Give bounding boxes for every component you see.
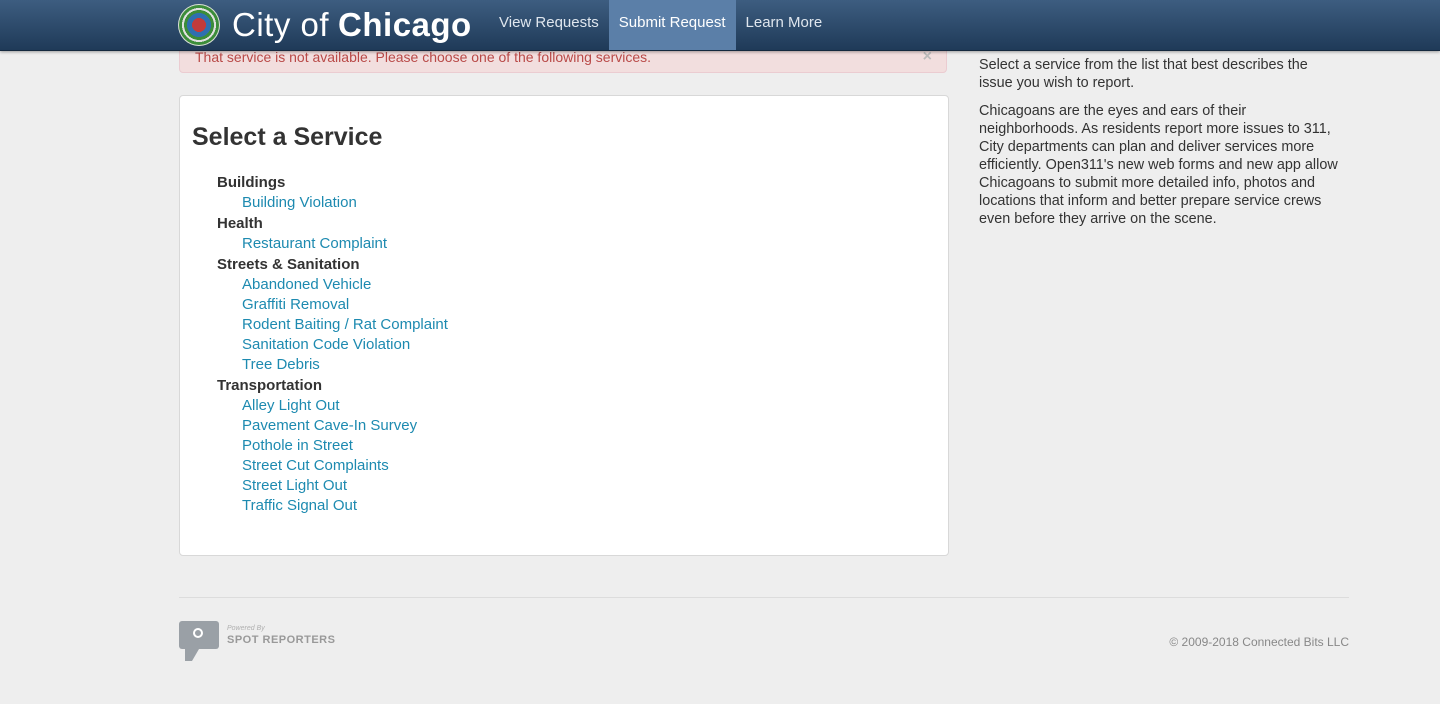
service-link-restaurant-complaint[interactable]: Restaurant Complaint (217, 234, 448, 254)
service-link-pothole-in-street[interactable]: Pothole in Street (217, 436, 448, 456)
nav-view-requests[interactable]: View Requests (489, 0, 609, 50)
service-group-title: Transportation (217, 377, 323, 394)
brand-title-light: City of (232, 6, 330, 43)
service-link-street-light-out[interactable]: Street Light Out (217, 476, 448, 496)
sidebar-intro: Select a service from the list that best… (979, 57, 1308, 91)
powered-by-label: Powered By (227, 625, 265, 632)
service-link-sanitation-code-violation[interactable]: Sanitation Code Violation (217, 335, 448, 355)
service-link-rodent-baiting-rat-complaint[interactable]: Rodent Baiting / Rat Complaint (217, 315, 448, 335)
top-navbar: City of Chicago View Requests Submit Reque… (0, 0, 1440, 51)
service-link-building-violation[interactable]: Building Violation (217, 193, 448, 213)
service-group-title: Health (217, 215, 263, 232)
sidebar-body: Chicagoans are the eyes and ears of thei… (979, 103, 1338, 227)
brand-logo-link[interactable]: City of Chicago (178, 3, 472, 47)
sidebar-help: Select a service from the list that best… (979, 56, 1339, 238)
nav-learn-more[interactable]: Learn More (736, 0, 833, 50)
service-list: Buildings Building Violation Health Restaur… (217, 172, 448, 516)
service-link-pavement-cave-in-survey[interactable]: Pavement Cave-In Survey (217, 416, 448, 436)
brand-title-bold: Chicago (338, 6, 472, 43)
service-link-alley-light-out[interactable]: Alley Light Out (217, 396, 448, 416)
service-group-title: Streets & Sanitation (217, 256, 360, 273)
service-link-street-cut-complaints[interactable]: Street Cut Complaints (217, 456, 448, 476)
brand-title: City of Chicago (232, 6, 472, 44)
spot-reporters-logo-tail (185, 649, 199, 661)
select-service-panel: Select a Service Buildings Building Viola… (179, 95, 949, 556)
page-title: Select a Service (192, 123, 383, 151)
spot-reporters-link[interactable]: SPOT REPORTERS (227, 634, 335, 646)
service-link-graffiti-removal[interactable]: Graffiti Removal (217, 295, 448, 315)
city-seal-icon (178, 4, 220, 46)
main-nav: View Requests Submit Request Learn More (489, 0, 832, 50)
nav-submit-request[interactable]: Submit Request (608, 0, 736, 50)
copyright: © 2009-2018 Connected Bits LLC (1169, 635, 1349, 649)
spot-reporters-logo-dot (193, 628, 203, 638)
service-link-abandoned-vehicle[interactable]: Abandoned Vehicle (217, 275, 448, 295)
alert-message: That service is not available. Please ch… (195, 49, 652, 65)
service-link-traffic-signal-out[interactable]: Traffic Signal Out (217, 496, 448, 516)
footer-divider (179, 597, 1349, 598)
service-group-title: Buildings (217, 174, 286, 191)
service-link-tree-debris[interactable]: Tree Debris (217, 355, 448, 375)
